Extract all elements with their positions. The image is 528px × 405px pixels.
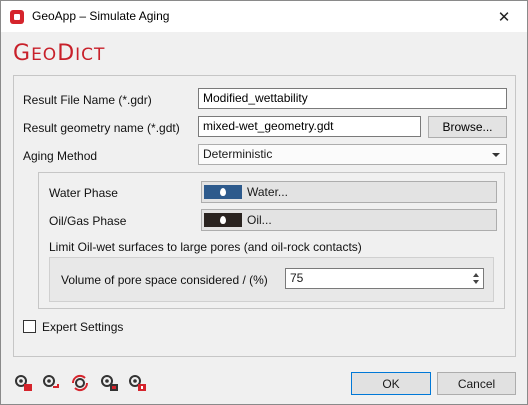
browse-button[interactable]: Browse...	[428, 116, 507, 138]
window-title: GeoApp – Simulate Aging	[32, 9, 170, 23]
water-phase-label: Water Phase	[49, 186, 118, 200]
geodict-logo: GEODICT	[13, 41, 106, 66]
water-drop-icon	[220, 188, 226, 196]
ok-button[interactable]: OK	[351, 372, 431, 395]
pore-volume-panel: Volume of pore space considered / (%) 75	[49, 257, 494, 302]
volume-label: Volume of pore space considered / (%)	[61, 273, 268, 287]
title-bar: GeoApp – Simulate Aging ✕	[1, 1, 527, 32]
oil-phase-button[interactable]: Oil...	[201, 209, 497, 231]
gear-save-icon[interactable]	[41, 373, 61, 393]
water-phase-button[interactable]: Water...	[201, 181, 497, 203]
phase-settings-panel: Water Phase Water... Oil/Gas Phase Oil..…	[38, 172, 505, 309]
oil-color-swatch	[204, 213, 242, 227]
geometry-name-label: Result geometry name (*.gdt)	[23, 121, 180, 135]
app-icon	[10, 10, 24, 24]
gear-refresh-icon[interactable]	[70, 373, 90, 393]
aging-method-value: Deterministic	[203, 147, 273, 161]
water-button-label: Water...	[247, 185, 288, 199]
result-file-label: Result File Name (*.gdr)	[23, 93, 152, 107]
gear-lock-icon[interactable]	[13, 373, 33, 393]
volume-value: 75	[290, 271, 304, 285]
gear-lock-alt-icon[interactable]	[127, 373, 147, 393]
expert-settings-checkbox[interactable]	[23, 320, 36, 333]
aging-method-label: Aging Method	[23, 149, 98, 163]
dialog-window: GeoApp – Simulate Aging ✕ GEODICT Result…	[0, 0, 528, 405]
expert-settings-label: Expert Settings	[42, 320, 124, 334]
aging-method-select[interactable]: Deterministic	[198, 144, 507, 165]
volume-stepper[interactable]: 75	[285, 268, 484, 289]
cancel-button[interactable]: Cancel	[437, 372, 516, 395]
oil-drop-icon	[220, 216, 226, 224]
chevron-down-icon	[492, 153, 500, 157]
water-color-swatch	[204, 185, 242, 199]
oil-phase-label: Oil/Gas Phase	[49, 214, 127, 228]
gear-image-icon[interactable]	[99, 373, 119, 393]
result-file-input[interactable]: Modified_wettability	[198, 88, 507, 109]
spin-down-icon[interactable]	[473, 280, 479, 284]
oil-button-label: Oil...	[247, 213, 272, 227]
spin-up-icon[interactable]	[473, 273, 479, 277]
limit-oil-wet-label: Limit Oil-wet surfaces to large pores (a…	[49, 240, 362, 254]
close-icon: ✕	[497, 8, 511, 26]
close-button[interactable]: ✕	[481, 1, 527, 32]
settings-panel: Result File Name (*.gdr) Modified_wettab…	[13, 75, 516, 357]
geometry-name-input[interactable]: mixed-wet_geometry.gdt	[198, 116, 421, 137]
